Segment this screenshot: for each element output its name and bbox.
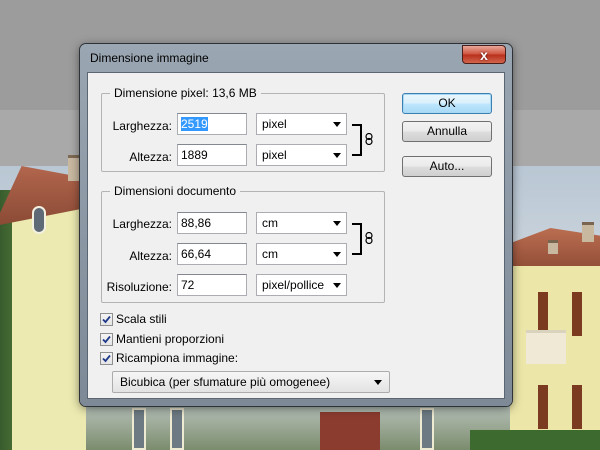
scale-styles-label: Scala stili	[116, 312, 167, 326]
shutter	[538, 385, 548, 429]
doc-width-input[interactable]: 88,86	[177, 212, 247, 234]
pixel-height-input[interactable]: 1889	[177, 144, 247, 166]
pixel-height-unit: pixel	[262, 148, 287, 162]
pixel-height-value: 1889	[181, 148, 208, 162]
title-bar[interactable]: Dimensione immagine x	[80, 44, 512, 72]
resample-method-select[interactable]: Bicubica (per sfumature più omogenee)	[112, 371, 390, 393]
doc-width-unit: cm	[262, 216, 278, 230]
pixel-width-value: 2519	[181, 117, 208, 131]
constrain-proportions-option[interactable]: Mantieni proporzioni	[100, 331, 224, 347]
window	[132, 408, 146, 450]
ok-button[interactable]: OK	[402, 93, 492, 114]
resolution-input[interactable]: 72	[177, 274, 247, 296]
pixel-width-unit: pixel	[262, 117, 287, 131]
resolution-unit: pixel/pollice	[262, 278, 325, 292]
pixel-height-unit-select[interactable]: pixel	[256, 144, 347, 166]
chain-link-icon	[365, 133, 373, 145]
chevron-down-icon	[333, 153, 341, 158]
document-size-legend: Dimensioni documento	[110, 184, 241, 198]
doc-width-unit-select[interactable]: cm	[256, 212, 347, 234]
doc-width-label: Larghezza:	[112, 217, 172, 231]
pixel-dimensions-label: Dimensione pixel:	[114, 86, 209, 100]
chevron-down-icon	[333, 283, 341, 288]
pixel-width-input[interactable]: 2519	[177, 113, 247, 135]
resolution-unit-select[interactable]: pixel/pollice	[256, 274, 347, 296]
image-size-dialog: Dimensione immagine x Dimensione pixel: …	[80, 44, 512, 406]
shutter	[572, 292, 582, 336]
building-panel	[320, 412, 380, 450]
chevron-down-icon	[333, 252, 341, 257]
chevron-down-icon	[333, 221, 341, 226]
hedge	[470, 430, 600, 450]
close-button[interactable]: x	[462, 45, 506, 64]
pixel-dimensions-size: 13,6 MB	[212, 86, 257, 100]
close-icon: x	[480, 46, 488, 63]
scale-styles-option[interactable]: Scala stili	[100, 311, 167, 327]
document-size-group: Dimensioni documento Larghezza: 88,86 cm…	[101, 184, 385, 303]
constrain-proportions-label: Mantieni proporzioni	[116, 332, 225, 346]
doc-height-label: Altezza:	[129, 249, 172, 263]
resample-label: Ricampiona immagine:	[116, 351, 239, 365]
checkmark-icon	[102, 354, 111, 362]
pixel-dimensions-group: Dimensione pixel: 13,6 MB Larghezza: 251…	[101, 86, 385, 172]
cancel-button[interactable]: Annulla	[402, 121, 492, 142]
constrain-proportions-checkbox[interactable]	[100, 332, 113, 346]
chimney-right-2	[548, 240, 558, 254]
house-left	[12, 190, 86, 450]
link-bracket	[352, 124, 362, 156]
chain-link-icon	[365, 232, 373, 244]
pixel-height-label: Altezza:	[129, 150, 172, 164]
resample-method-value: Bicubica (per sfumature più omogenee)	[120, 375, 331, 389]
window	[420, 408, 434, 450]
doc-height-value: 66,64	[181, 247, 212, 261]
shutter	[572, 385, 582, 429]
chevron-down-icon	[374, 380, 382, 385]
doc-height-unit: cm	[262, 247, 278, 261]
window	[170, 408, 184, 450]
resolution-value: 72	[181, 278, 195, 292]
pixel-dimensions-legend: Dimensione pixel: 13,6 MB	[110, 86, 261, 100]
pixel-width-unit-select[interactable]: pixel	[256, 113, 347, 135]
pixel-width-label: Larghezza:	[112, 119, 172, 133]
chevron-down-icon	[333, 122, 341, 127]
resolution-label: Risoluzione:	[106, 280, 172, 294]
resample-option[interactable]: Ricampiona immagine:	[100, 350, 238, 366]
ground	[86, 405, 516, 450]
doc-width-value: 88,86	[181, 216, 212, 230]
window-round	[32, 206, 46, 234]
chimney-right-1	[582, 222, 594, 242]
scale-styles-checkbox[interactable]	[100, 312, 113, 326]
checkmark-icon	[102, 315, 111, 323]
resample-checkbox[interactable]	[100, 351, 113, 365]
balcony	[526, 330, 566, 364]
checkmark-icon	[102, 335, 111, 343]
link-bracket	[352, 223, 362, 255]
dialog-title: Dimensione immagine	[90, 51, 209, 65]
auto-button[interactable]: Auto...	[402, 156, 492, 177]
doc-height-input[interactable]: 66,64	[177, 243, 247, 265]
dialog-body: Dimensione pixel: 13,6 MB Larghezza: 251…	[87, 72, 505, 399]
doc-height-unit-select[interactable]: cm	[256, 243, 347, 265]
